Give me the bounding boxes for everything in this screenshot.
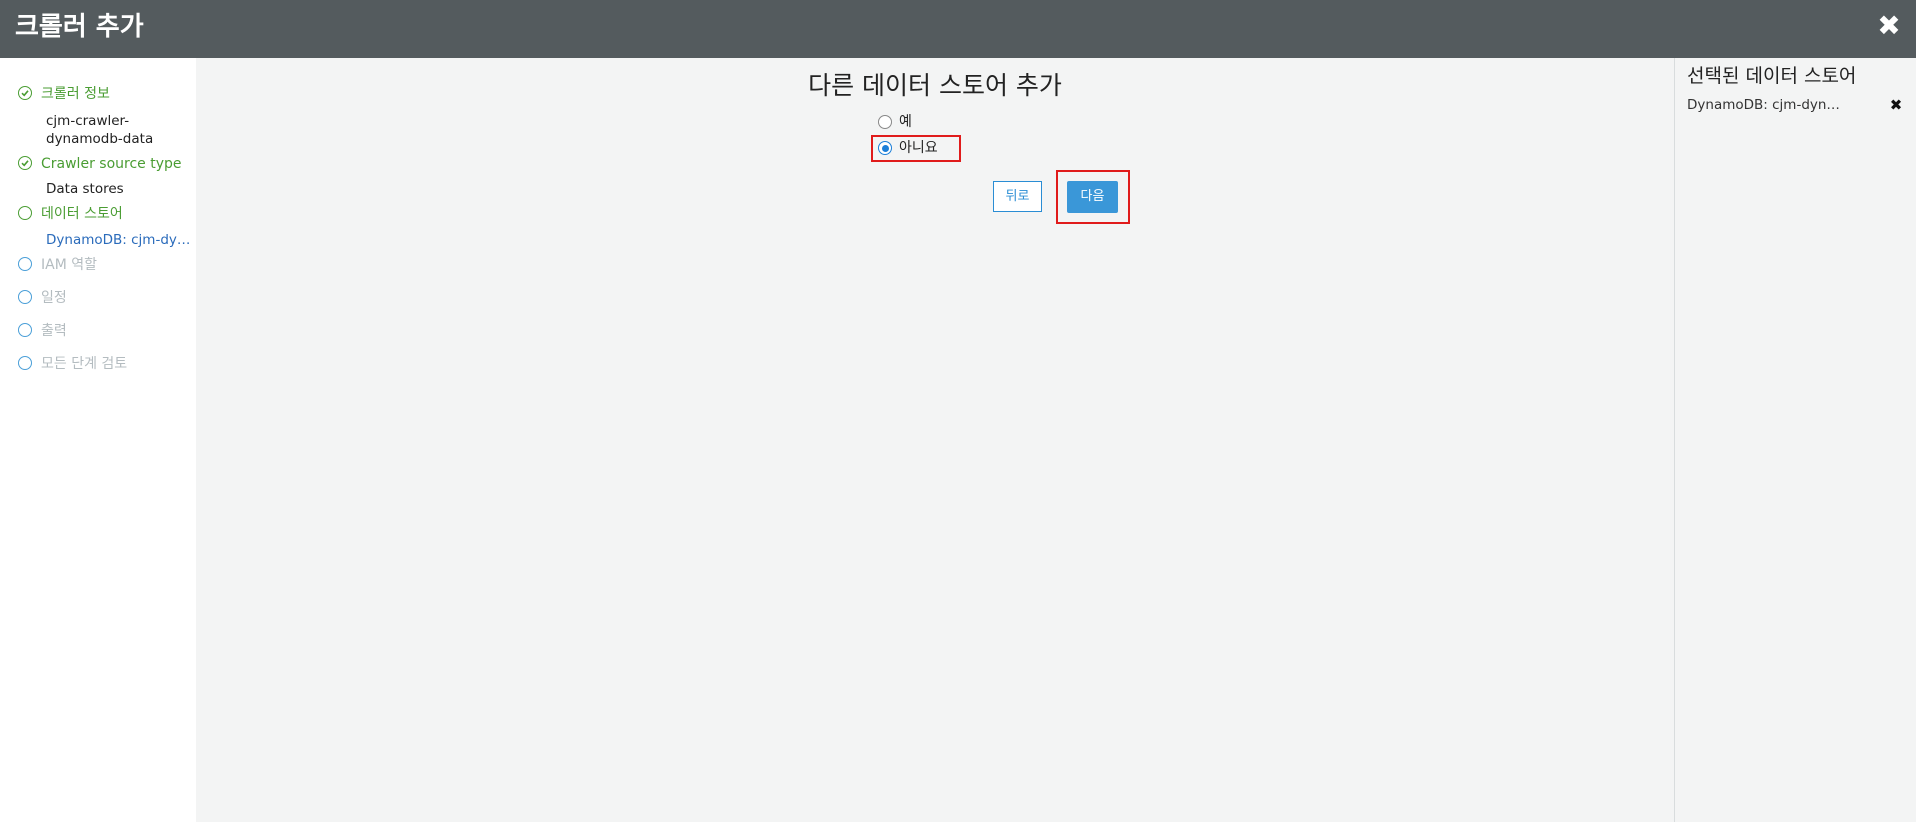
window-title: 크롤러 추가 <box>15 12 144 42</box>
page-title: 다른 데이터 스토어 추가 <box>808 71 1062 100</box>
circle-icon <box>18 290 32 304</box>
wizard-steps-sidebar: 크롤러 정보 cjm-crawler- dynamodb-data Crawle… <box>0 58 196 822</box>
step-label: 일정 <box>41 290 67 306</box>
selected-data-stores-panel: 선택된 데이터 스토어 DynamoDB: cjm-dyn… ✖ <box>1674 58 1916 822</box>
radio-button[interactable] <box>878 115 892 129</box>
main-content: 다른 데이터 스토어 추가 예 아니요 뒤로 다음 <box>196 58 1674 822</box>
step-label: 데이터 스토어 <box>41 206 123 222</box>
step-label: IAM 역할 <box>41 257 97 273</box>
next-button[interactable]: 다음 <box>1067 181 1118 213</box>
step-label: 모든 단계 검토 <box>41 356 128 372</box>
step-label: 출력 <box>41 323 67 339</box>
step-detail: cjm-crawler- <box>46 113 130 129</box>
panel-title: 선택된 데이터 스토어 <box>1687 65 1857 87</box>
remove-icon[interactable]: ✖ <box>1888 96 1904 114</box>
option-label: 예 <box>899 114 912 130</box>
circle-icon <box>18 257 32 271</box>
step-label: Crawler source type <box>41 156 182 172</box>
circle-icon <box>18 206 32 220</box>
close-icon[interactable]: ✖ <box>1874 11 1904 41</box>
title-bar: 크롤러 추가 ✖ <box>0 0 1916 58</box>
step-detail-link[interactable]: DynamoDB: cjm-dy… <box>46 231 190 249</box>
check-circle-icon <box>18 156 32 170</box>
check-circle-icon <box>18 86 32 100</box>
circle-icon <box>18 323 32 337</box>
selected-data-store: DynamoDB: cjm-dyn… <box>1687 97 1840 113</box>
step-detail: Data stores <box>46 181 124 197</box>
step-label: 크롤러 정보 <box>41 86 110 102</box>
step-detail: dynamodb-data <box>46 131 154 147</box>
option-label: 아니요 <box>899 140 938 156</box>
circle-icon <box>18 356 32 370</box>
radio-button[interactable] <box>878 141 892 155</box>
back-button[interactable]: 뒤로 <box>993 181 1042 212</box>
